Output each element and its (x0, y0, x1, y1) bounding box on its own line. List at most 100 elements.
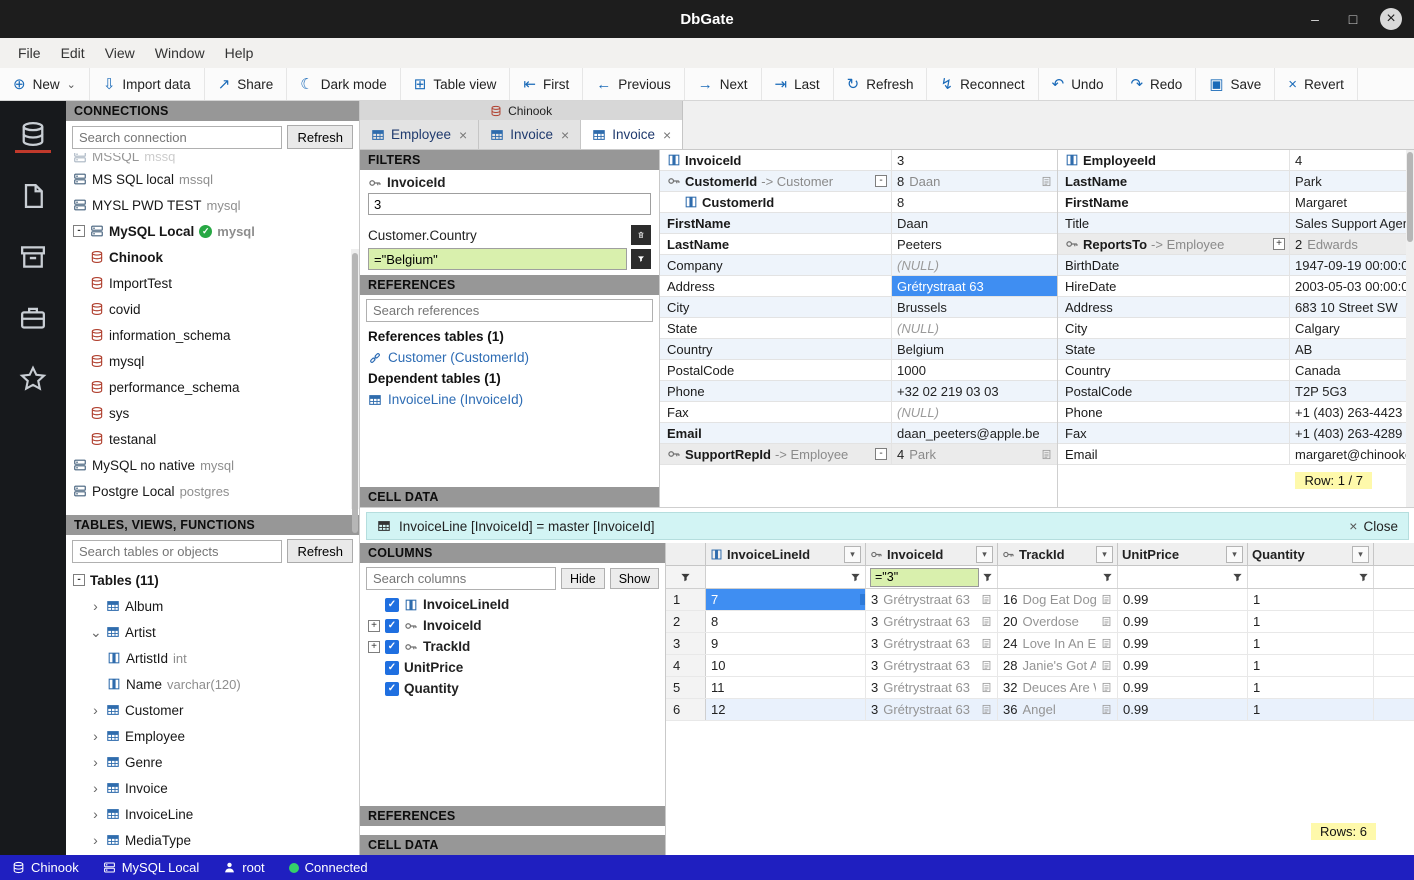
row-number-cell[interactable]: 6 (666, 699, 706, 720)
table-tree-item[interactable]: › Album (66, 593, 359, 619)
chevron-icon[interactable]: › (90, 728, 101, 744)
cell-quantity[interactable]: 1 (1248, 611, 1374, 632)
field-label-cell[interactable]: PostalCode (1058, 381, 1290, 401)
dark-mode-button[interactable]: ☾ Dark mode (287, 68, 400, 100)
filter-cell-invoicelineid[interactable] (706, 566, 866, 588)
field-label-cell[interactable]: City (1058, 318, 1290, 338)
field-label-cell[interactable]: EmployeeId (1058, 150, 1290, 170)
form-scrollbar[interactable] (1406, 150, 1414, 507)
connection-tree-item[interactable]: MYSL PWD TEST mysql (66, 192, 359, 218)
grid-column-header[interactable]: TrackId (998, 543, 1118, 565)
open-record-icon[interactable] (981, 594, 992, 605)
filter-cell-quantity[interactable] (1248, 566, 1374, 588)
close-detail-button[interactable]: × Close (1349, 518, 1398, 534)
open-record-icon[interactable] (1101, 616, 1112, 627)
field-label-cell[interactable]: FirstName (1058, 192, 1290, 212)
expander-icon[interactable]: - (875, 448, 887, 460)
reconnect-button[interactable]: ↯ Reconnect (927, 68, 1038, 100)
cell-unitprice[interactable]: 0.99 (1118, 611, 1248, 632)
field-label-cell[interactable]: ReportsTo -> Employee + (1058, 234, 1290, 254)
field-label-cell[interactable]: Email (660, 423, 892, 443)
field-value-cell[interactable]: (NULL) (892, 318, 1057, 338)
open-record-icon[interactable] (1101, 594, 1112, 605)
open-record-icon[interactable] (981, 616, 992, 627)
column-toggle-item[interactable]: + TrackId (360, 636, 665, 657)
field-value-cell[interactable]: 2 Edwards (1290, 234, 1414, 254)
cell-trackid[interactable]: 32Deuces Are Wild (998, 677, 1118, 698)
table-tree-item[interactable]: › Invoice (66, 775, 359, 801)
field-value-cell[interactable]: (NULL) (892, 255, 1057, 275)
chevron-icon[interactable]: › (90, 598, 101, 614)
filter-all-button[interactable] (666, 566, 706, 588)
table-tree-item[interactable]: ⌄ Artist (66, 619, 359, 645)
remove-filter-button[interactable] (631, 225, 651, 245)
nav-plugins[interactable] (15, 300, 51, 336)
field-value-cell[interactable]: Peeters (892, 234, 1057, 254)
status-user[interactable]: root (223, 860, 264, 875)
cell-invoiceid[interactable]: 3Grétrystraat 63 (866, 677, 998, 698)
cell-quantity[interactable]: 1 (1248, 677, 1374, 698)
scroll-thumb[interactable] (352, 253, 358, 533)
table-tree-item[interactable]: › Genre (66, 749, 359, 775)
redo-button[interactable]: ↷ Redo (1117, 68, 1196, 100)
cell-invoicelineid[interactable]: 7 (706, 589, 866, 610)
grid-column-header[interactable]: Quantity (1248, 543, 1374, 565)
column-checkbox[interactable] (385, 682, 399, 696)
column-dropdown-button[interactable] (1096, 546, 1113, 563)
cell-unitprice[interactable]: 0.99 (1118, 589, 1248, 610)
reference-row[interactable]: References tables (1) (360, 326, 659, 347)
field-label-cell[interactable]: Email (1058, 444, 1290, 464)
expander-icon[interactable]: - (73, 225, 85, 237)
field-label-cell[interactable]: Address (1058, 297, 1290, 317)
cell-trackid[interactable]: 24Love In An Elevator (998, 633, 1118, 654)
cell-invoicelineid[interactable]: 8 (706, 611, 866, 632)
connection-tree-item[interactable]: MS SQL local mssql (66, 166, 359, 192)
column-checkbox[interactable] (385, 619, 399, 633)
column-dropdown-button[interactable] (1226, 546, 1243, 563)
nav-favorites[interactable] (15, 361, 51, 397)
open-record-icon[interactable] (1101, 704, 1112, 715)
column-dropdown-button[interactable] (1352, 546, 1369, 563)
field-label-cell[interactable]: LastName (660, 234, 892, 254)
field-label-cell[interactable]: SupportRepId -> Employee - (660, 444, 892, 464)
row-number-cell[interactable]: 3 (666, 633, 706, 654)
connection-tree-item[interactable]: ImportTest (66, 270, 359, 296)
menu-item[interactable]: Window (145, 41, 215, 65)
field-value-cell[interactable]: +1 (403) 263-4289 (1290, 423, 1414, 443)
reference-row[interactable]: InvoiceLine (InvoiceId) (360, 389, 659, 410)
chevron-icon[interactable]: › (90, 780, 101, 796)
tab[interactable]: Invoice × (581, 120, 683, 149)
field-value-cell[interactable]: +1 (403) 263-4423 (1290, 402, 1414, 422)
cell-invoicelineid[interactable]: 11 (706, 677, 866, 698)
field-label-cell[interactable]: Fax (1058, 423, 1290, 443)
chevron-icon[interactable]: › (90, 806, 101, 822)
field-value-cell[interactable]: 2003-05-03 00:00:00 (1290, 276, 1414, 296)
open-record-icon[interactable] (981, 682, 992, 693)
reference-row[interactable]: Customer (CustomerId) (360, 347, 659, 368)
field-label-cell[interactable]: Phone (660, 381, 892, 401)
field-label-cell[interactable]: InvoiceId (660, 150, 892, 170)
cell-trackid[interactable]: 28Janie's Got A Gun (998, 655, 1118, 676)
field-value-cell[interactable]: T2P 5G3 (1290, 381, 1414, 401)
field-label-cell[interactable]: LastName (1058, 171, 1290, 191)
expander-icon[interactable]: - (73, 574, 85, 586)
connection-tree-item[interactable]: covid (66, 296, 359, 322)
column-toggle-item[interactable]: UnitPrice (360, 657, 665, 678)
first-button[interactable]: ⇤ First (510, 68, 583, 100)
cell-unitprice[interactable]: 0.99 (1118, 677, 1248, 698)
column-toggle-item[interactable]: Quantity (360, 678, 665, 699)
tab-close-icon[interactable]: × (459, 127, 467, 143)
connection-tree-item[interactable]: - MySQL Local mysql (66, 218, 359, 244)
field-value-cell[interactable]: 3 (892, 150, 1057, 170)
cell-quantity[interactable]: 1 (1248, 655, 1374, 676)
tab[interactable]: Invoice × (479, 120, 581, 149)
expander-icon[interactable]: + (1273, 238, 1285, 250)
field-label-cell[interactable]: Title (1058, 213, 1290, 233)
filter-cell-unitprice[interactable] (1118, 566, 1248, 588)
cell-invoiceid[interactable]: 3Grétrystraat 63 (866, 699, 998, 720)
grid-column-header[interactable]: InvoiceLineId (706, 543, 866, 565)
field-label-cell[interactable]: City (660, 297, 892, 317)
field-value-cell[interactable]: margaret@chinookcorp.com (1290, 444, 1414, 464)
cell-trackid[interactable]: 36Angel (998, 699, 1118, 720)
field-label-cell[interactable]: PostalCode (660, 360, 892, 380)
